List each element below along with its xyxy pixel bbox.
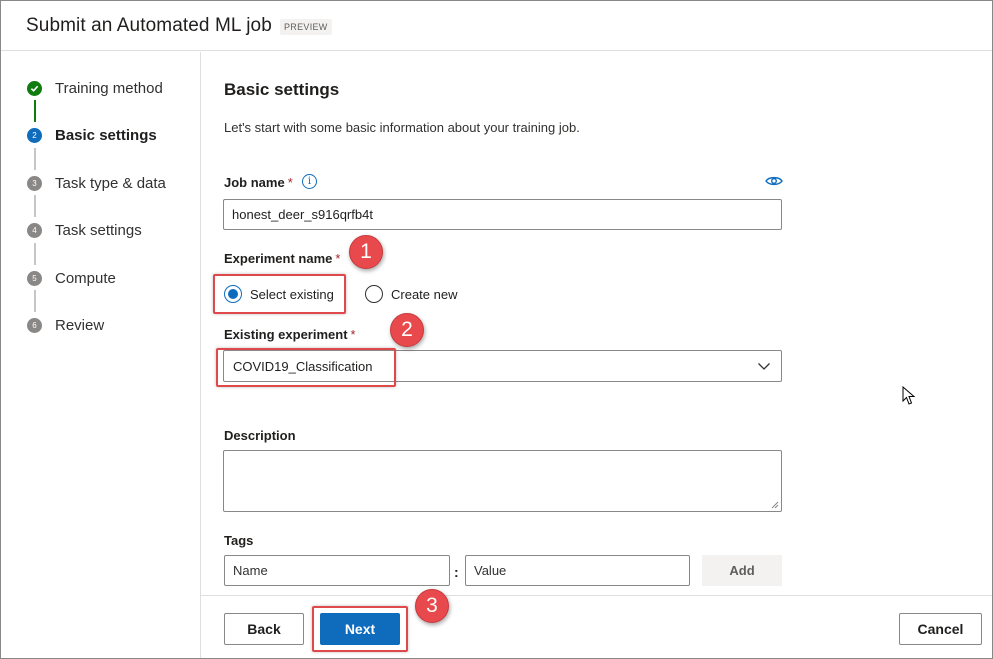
step-number: 5 (27, 270, 42, 286)
step-connector (34, 243, 36, 265)
job-name-label-text: Job name (224, 175, 285, 190)
job-name-input[interactable]: honest_deer_s916qrfb4t (223, 199, 782, 230)
step-connector (34, 148, 36, 170)
cancel-button[interactable]: Cancel (899, 613, 982, 645)
eye-icon[interactable] (765, 174, 783, 188)
dialog-title: Submit an Automated ML job (26, 15, 272, 36)
existing-experiment-label: Existing experiment * (224, 327, 356, 342)
step-basic-settings[interactable]: 2 Basic settings (27, 123, 157, 147)
step-label: Task settings (55, 221, 142, 239)
radio-label: Select existing (250, 286, 334, 302)
intro-text: Let's start with some basic information … (224, 120, 580, 135)
radio-label: Create new (391, 286, 458, 302)
required-mark: * (335, 251, 341, 266)
step-compute[interactable]: 5 Compute (27, 266, 116, 290)
step-label: Basic settings (55, 126, 157, 144)
existing-experiment-label-text: Existing experiment (224, 327, 348, 342)
section-title: Basic settings (224, 80, 340, 99)
preview-badge: PREVIEW (280, 19, 332, 35)
step-label: Review (55, 316, 105, 334)
existing-experiment-dropdown[interactable]: COVID19_Classification (223, 350, 782, 382)
step-number: 2 (27, 127, 42, 143)
dialog-header: Submit an Automated ML job PREVIEW (1, 1, 992, 51)
callout-number-1: 1 (349, 235, 383, 269)
step-task-type-data[interactable]: 3 Task type & data (27, 171, 166, 195)
radio-create-new[interactable]: Create new (365, 285, 457, 303)
tag-value-input[interactable]: Value (465, 555, 690, 586)
radio-button[interactable] (365, 285, 383, 303)
step-connector (34, 290, 36, 312)
step-number: 3 (27, 175, 42, 191)
resize-grip-icon[interactable] (771, 501, 779, 509)
required-mark: * (350, 327, 356, 342)
check-icon (27, 80, 42, 96)
dropdown-value: COVID19_Classification (233, 359, 373, 374)
experiment-name-label: Experiment name * (224, 251, 340, 266)
mouse-cursor-icon (902, 386, 916, 405)
tag-separator: : (454, 564, 459, 580)
step-number: 4 (27, 222, 42, 238)
description-label: Description (224, 428, 296, 443)
tags-label: Tags (224, 533, 254, 548)
dialog-footer: Back Next Cancel (201, 595, 992, 658)
step-review[interactable]: 6 Review (27, 313, 104, 337)
next-button[interactable]: Next (320, 613, 400, 645)
step-label: Task type & data (55, 174, 166, 192)
step-label: Compute (55, 269, 116, 287)
radio-select-existing[interactable]: Select existing (224, 285, 334, 303)
step-task-settings[interactable]: 4 Task settings (27, 218, 142, 242)
step-connector (34, 100, 36, 122)
description-textarea[interactable] (223, 450, 782, 512)
back-button[interactable]: Back (224, 613, 304, 645)
callout-number-2: 2 (390, 313, 424, 347)
job-name-label: Job name * (224, 175, 293, 190)
experiment-name-label-text: Experiment name (224, 251, 333, 266)
chevron-down-icon (758, 363, 770, 370)
step-training-method[interactable]: Training method (27, 76, 163, 100)
add-tag-button[interactable]: Add (702, 555, 782, 586)
wizard-steps: Training method 2 Basic settings 3 Task … (1, 52, 201, 658)
required-mark: * (287, 175, 293, 190)
dialog-frame: Submit an Automated ML job PREVIEW Train… (0, 0, 993, 659)
info-icon[interactable]: i (302, 174, 317, 189)
step-number: 6 (27, 317, 42, 333)
step-connector (34, 195, 36, 217)
step-label: Training method (55, 79, 163, 97)
tag-name-input[interactable]: Name (224, 555, 450, 586)
radio-button[interactable] (224, 285, 242, 303)
callout-number-3: 3 (415, 589, 449, 623)
